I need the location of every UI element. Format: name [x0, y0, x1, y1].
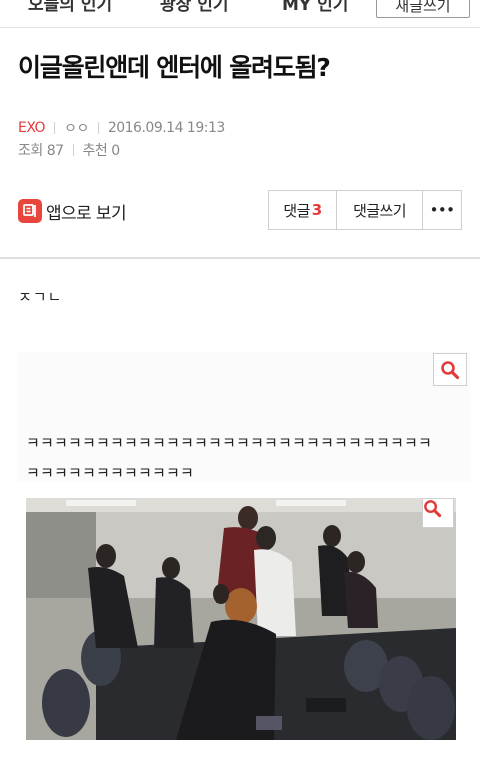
top-nav: 오늘의 인기 광장 인기 MY 인기 새글쓰기 — [0, 0, 480, 28]
gallery-link[interactable]: EXO — [18, 120, 46, 136]
nav-tab-square-popular[interactable]: 광장 인기 — [160, 0, 228, 15]
post-body-laugh-line2: ㅋㅋㅋㅋㅋㅋㅋㅋㅋㅋㅋㅋ — [26, 464, 195, 482]
recommend-count: 추천 0 — [82, 143, 121, 159]
content-divider — [0, 257, 480, 259]
post-photo[interactable] — [26, 498, 456, 740]
magnifier-icon — [424, 500, 442, 518]
post-datetime: 2016.09.14 19:13 — [107, 120, 225, 136]
app-view-link[interactable]: 앱으로 보기 — [18, 198, 127, 224]
post-meta-line1: EXO ㅇㅇ 2016.09.14 19:13 — [18, 118, 225, 138]
magnifier-icon — [441, 360, 460, 379]
post-body-laugh-line1: ㅋㅋㅋㅋㅋㅋㅋㅋㅋㅋㅋㅋㅋㅋㅋㅋㅋㅋㅋㅋㅋㅋㅋㅋㅋㅋㅋㅋㅋ — [26, 434, 433, 452]
comments-button[interactable]: 댓글 3 — [269, 191, 337, 229]
nav-tab-today-popular[interactable]: 오늘의 인기 — [28, 0, 112, 15]
author-name[interactable]: ㅇㅇ — [64, 118, 89, 138]
post-action-group: 댓글 3 댓글쓰기 ••• — [268, 190, 462, 230]
write-comment-button[interactable]: 댓글쓰기 — [337, 191, 423, 229]
embedded-image-block: ㅋㅋㅋㅋㅋㅋㅋㅋㅋㅋㅋㅋㅋㅋㅋㅋㅋㅋㅋㅋㅋㅋㅋㅋㅋㅋㅋㅋㅋ ㅋㅋㅋㅋㅋㅋㅋㅋㅋㅋ… — [18, 352, 470, 482]
post-body-intro: ㅈㄱㄴ — [18, 288, 63, 306]
zoom-button[interactable] — [422, 498, 454, 528]
new-post-button[interactable]: 새글쓰기 — [376, 0, 470, 18]
photo-scene — [26, 498, 456, 740]
meta-divider — [72, 144, 74, 156]
zoom-button[interactable] — [433, 353, 467, 386]
nav-tab-my-popular[interactable]: MY 인기 — [282, 0, 348, 15]
app-icon — [18, 199, 42, 223]
post-title: 이글올린앤데 엔터에 올려도됨? — [18, 53, 331, 82]
meta-divider — [54, 122, 56, 134]
meta-divider — [97, 122, 99, 134]
comments-count: 3 — [311, 201, 322, 219]
post-meta-line2: 조회 87 추천 0 — [18, 140, 120, 160]
comments-label: 댓글 — [283, 201, 310, 220]
more-options-button[interactable]: ••• — [423, 191, 461, 229]
view-count: 조회 87 — [18, 143, 64, 159]
app-view-label: 앱으로 보기 — [46, 203, 127, 224]
